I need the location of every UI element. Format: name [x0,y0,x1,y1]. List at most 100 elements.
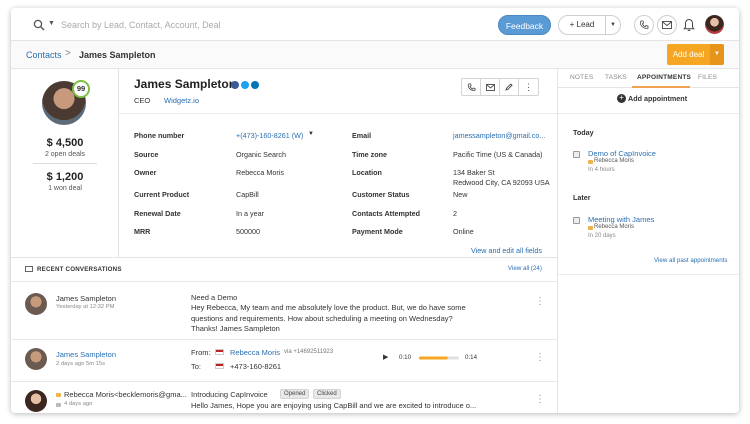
appointment-title[interactable]: Meeting with James [588,215,654,224]
avatar [25,348,47,370]
add-appointment-button[interactable]: Add appointment [628,94,687,103]
play-icon[interactable]: ▶ [383,353,388,361]
active-tab-indicator [632,86,690,88]
field-label: Source [134,150,159,159]
activity-panel: NOTES TASKS APPOINTMENTS FILES + Add app… [557,69,739,413]
linkedin-icon[interactable] [251,81,259,89]
tab-tasks[interactable]: TASKS [605,74,627,81]
breadcrumb: Contacts > James Sampleton [11,41,739,69]
breadcrumb-contacts-link[interactable]: Contacts [26,50,62,60]
add-lead-dropdown-icon[interactable]: ▼ [605,15,621,35]
conversations-title: RECENT CONVERSATIONS [37,266,122,273]
conversation-time: Yesterday at 12:32 PM [56,304,115,310]
add-icon[interactable]: + [617,94,626,103]
appointment-owner: Rebecca Moris [594,158,635,164]
call-duration: 2 days ago 5m 15s [56,361,105,367]
email-button[interactable] [481,79,500,95]
owner-icon [588,226,593,230]
mail-button[interactable] [657,15,677,35]
us-flag-icon [215,363,224,369]
phone-button[interactable] [634,15,654,35]
field-value[interactable]: Organic Search [236,150,286,159]
search-input[interactable] [61,17,321,32]
top-bar: ▼ Feedback + Lead ▼ [11,8,739,41]
search-icon[interactable] [33,19,45,31]
appointment-time: In 20 days [588,233,616,239]
conversation-time: 4 days ago [64,401,93,407]
field-value[interactable]: CapBill [236,190,259,199]
field-value[interactable]: 2 [453,209,457,218]
add-deal-dropdown-icon[interactable]: ▼ [710,44,724,65]
more-button[interactable]: ⋮ [519,79,538,95]
conversation-row[interactable]: James Sampleton 2 days ago 5m 15s From: … [11,340,557,382]
field-value[interactable]: 134 Baker St [453,168,495,177]
edit-button[interactable] [500,79,519,95]
kebab-icon[interactable]: ⋮ [535,353,545,363]
call-button[interactable] [462,79,481,95]
contact-role: CEO [134,96,151,105]
calendar-icon [573,217,580,224]
company-link[interactable]: Widgetz.io [164,96,199,105]
add-deal-button[interactable]: Add deal [667,44,710,65]
contact-name: James Sampleton [134,77,237,91]
feedback-button[interactable]: Feedback [498,15,551,35]
field-label: Phone number [134,131,185,140]
conversation-subject: Introducing CapInvoice [191,390,268,399]
conversation-contact[interactable]: Rebecca Moris<becklemoris@gma... [64,390,187,399]
appointment-title[interactable]: Demo of CapInvoice [588,149,656,158]
panel-tabs: NOTES TASKS APPOINTMENTS FILES [558,69,739,88]
today-heading: Today [573,128,594,137]
kebab-icon[interactable]: ⋮ [535,297,545,307]
twitter-icon[interactable] [241,81,249,89]
field-label: MRR [134,227,151,236]
field-label: Time zone [352,150,388,159]
search-scope-caret-icon[interactable]: ▼ [48,20,55,27]
phone-number-link[interactable]: +(473)-160-8261 (W) [236,131,303,140]
appointment-time: In 4 hours [588,167,615,173]
conversation-contact[interactable]: James Sampleton [56,350,116,359]
open-deals-label[interactable]: 2 open deals [11,151,119,158]
divider [119,113,557,114]
inbox-icon [56,403,61,407]
pencil-icon [505,83,513,91]
field-value[interactable]: New [453,190,467,199]
conversation-contact[interactable]: James Sampleton [56,294,116,303]
call-from-via: via +14692511923 [284,349,334,355]
tab-notes[interactable]: NOTES [570,74,593,81]
field-value[interactable]: Rebecca Moris [236,168,284,177]
field-label: Renewal Date [134,209,181,218]
conversation-row[interactable]: Rebecca Moris<becklemoris@gma... 4 days … [11,382,557,413]
add-lead-button[interactable]: + Lead [558,15,606,35]
tab-files[interactable]: FILES [698,74,717,81]
clicked-badge: Clicked [313,389,341,399]
field-value[interactable]: Redwood City, CA 92093 USA [453,178,550,187]
us-flag-icon [215,349,224,355]
field-label: Contacts Attempted [352,209,421,218]
chat-icon [25,266,33,272]
conversation-body: Hello James, Hope you are enjoying using… [191,401,477,410]
view-all-conversations-link[interactable]: View all (24) [508,265,542,272]
field-value[interactable]: Online [453,227,474,236]
view-past-appointments-link[interactable]: View all past appointments [654,257,728,264]
later-heading: Later [573,193,591,202]
view-edit-all-fields-link[interactable]: View and edit all fields [471,246,542,255]
won-deals-label[interactable]: 1 won deal [11,185,119,192]
audio-progress-bar[interactable] [419,355,459,361]
facebook-icon[interactable] [231,81,239,89]
call-from-name[interactable]: Rebecca Moris [230,348,280,357]
app-window: ▼ Feedback + Lead ▼ Contacts > James Sam… [11,8,739,413]
field-value[interactable]: Pacific Time (US & Canada) [453,150,542,159]
breadcrumb-separator: > [65,48,71,59]
mail-icon [662,21,672,29]
field-value[interactable]: In a year [236,209,264,218]
tab-appointments[interactable]: APPOINTMENTS [637,74,691,81]
field-value[interactable]: 500000 [236,227,260,236]
phone-type-caret-icon[interactable]: ▼ [308,131,314,137]
email-link[interactable]: jamessampleton@gmail.co... [453,131,545,140]
user-avatar[interactable] [705,15,724,34]
phone-icon [640,20,649,29]
kebab-icon[interactable]: ⋮ [535,395,545,405]
bell-icon[interactable] [683,18,695,32]
conversation-row[interactable]: James Sampleton Yesterday at 12:32 PM Ne… [11,282,557,340]
owner-icon [588,160,593,164]
